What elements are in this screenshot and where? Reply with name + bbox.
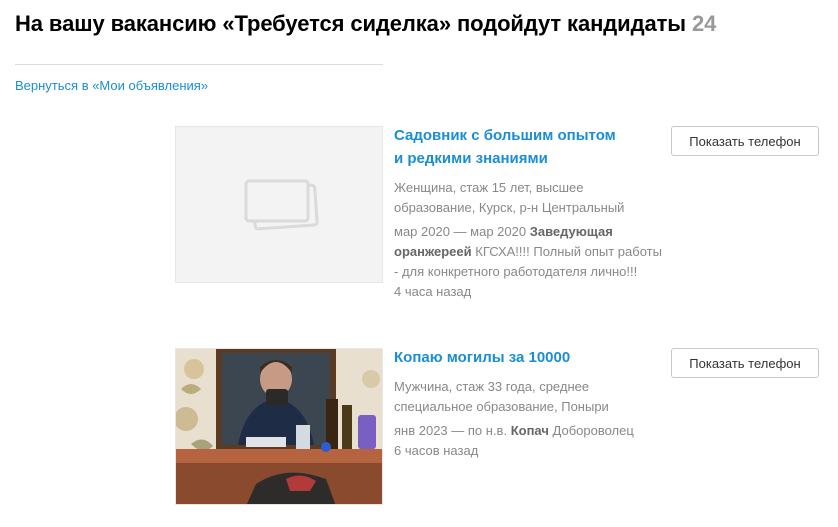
experience-text: Добороволец [552, 423, 634, 438]
candidate-time: 4 часа назад [394, 284, 472, 299]
experience-period: янв 2023 — по н.в. [394, 423, 508, 438]
candidate-title-link[interactable]: Садовник с большим опытом и редкими знани… [394, 124, 664, 170]
image-placeholder-icon [244, 179, 319, 231]
page-title: На вашу вакансию «Требуется сиделка» под… [15, 11, 716, 37]
experience-period: мар 2020 — мар 2020 [394, 224, 527, 239]
candidate-count: 24 [691, 11, 717, 36]
candidate-thumbnail[interactable] [175, 348, 383, 505]
candidate-card: Копаю могилы за 10000 Мужчина, стаж 33 г… [175, 348, 820, 508]
page-title-text: На вашу вакансию «Требуется сиделка» под… [15, 11, 686, 36]
candidate-thumbnail[interactable] [175, 126, 383, 283]
show-phone-button[interactable]: Показать телефон [671, 126, 819, 156]
candidate-card: Садовник с большим опытом и редкими знани… [175, 126, 820, 299]
experience-position: Копач [510, 423, 549, 438]
back-to-my-ads-link[interactable]: Вернуться в «Мои объявления» [15, 78, 208, 93]
candidate-info: Садовник с большим опытом и редкими знани… [394, 126, 664, 302]
candidate-summary: Мужчина, стаж 33 года, среднее специальн… [394, 379, 609, 414]
title-line: и редкими знаниями [394, 150, 548, 167]
candidate-photo [176, 349, 382, 504]
candidate-summary: Женщина, стаж 15 лет, высшее образование… [394, 180, 625, 215]
title-line: Копаю могилы за 10000 [394, 349, 571, 366]
candidate-experience: янв 2023 — по н.в. Копач Добороволец [394, 421, 664, 441]
divider [15, 64, 383, 65]
candidate-title-link[interactable]: Копаю могилы за 10000 [394, 346, 664, 369]
show-phone-button[interactable]: Показать телефон [671, 348, 819, 378]
candidate-time: 6 часов назад [394, 443, 479, 458]
candidate-info: Копаю могилы за 10000 Мужчина, стаж 33 г… [394, 348, 664, 461]
candidate-experience: мар 2020 — мар 2020 Заведующая оранжерее… [394, 222, 664, 282]
title-line: Садовник с большим опытом [394, 127, 616, 144]
